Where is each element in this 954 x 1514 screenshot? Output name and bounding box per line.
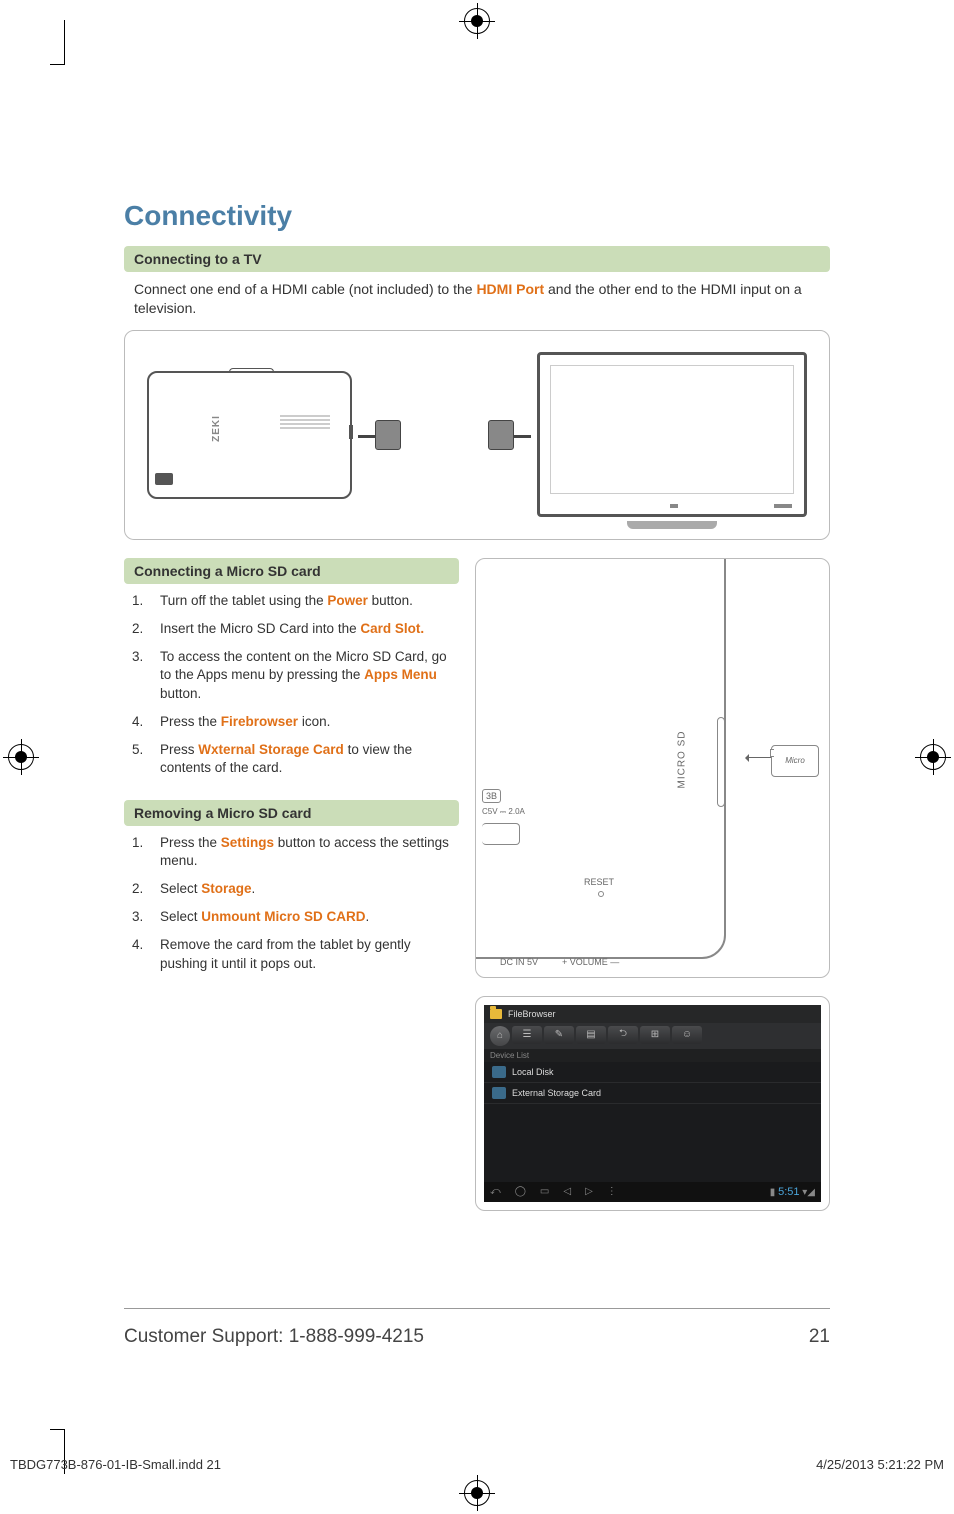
crop-mark-tl [50, 20, 65, 65]
folder-icon [490, 1009, 502, 1019]
tablet-illustration: ZEKI [147, 371, 352, 499]
nav-home-icon: ◯ [515, 1186, 526, 1197]
date-slug: 4/25/2013 5:21:22 PM [816, 1457, 944, 1472]
volume-label: VOLUME — [562, 957, 619, 967]
print-slug: TBDG773B-876-01-IB-Small.indd 21 4/25/20… [10, 1457, 944, 1472]
battery-icon: ▮ [770, 1187, 776, 1198]
list-item: 1.Turn off the tablet using the Power bu… [132, 592, 451, 610]
micro-sd-label: MICRO SD [677, 730, 688, 788]
nav-recent-icon: ▭ [540, 1186, 549, 1197]
tablet-brand: ZEKI [211, 415, 222, 442]
sd-slot-diagram: MICRO SD Micro 3B C5V ⎓ 2.0A RESET DC IN… [475, 558, 830, 978]
registration-mark-bottom [464, 1480, 490, 1506]
intro-highlight: HDMI Port [476, 281, 544, 297]
list-item: 5.Press Wxternal Storage Card to view th… [132, 741, 451, 777]
drive-icon [492, 1087, 506, 1099]
registration-mark-top [464, 8, 490, 34]
section-removing-sd: Removing a Micro SD card [124, 800, 459, 826]
list-item: 1.Press the Settings button to access th… [132, 834, 451, 870]
section-connecting-sd: Connecting a Micro SD card [124, 558, 459, 584]
hdmi-plug-icon [375, 420, 401, 450]
page-footer: Customer Support: 1-888-999-4215 21 [124, 1326, 830, 1348]
usb-sublabel: C5V ⎓ 2.0A [482, 807, 525, 817]
nav-vol-down-icon: ◁ [563, 1186, 571, 1197]
customer-support: Customer Support: 1-888-999-4215 [124, 1326, 424, 1348]
intro-text: Connect one end of a HDMI cable (not inc… [124, 280, 830, 330]
list-icon: ☰ [512, 1026, 542, 1044]
intro-pre: Connect one end of a HDMI cable (not inc… [134, 281, 476, 297]
sd-card-icon: Micro [771, 745, 819, 777]
help-icon: ☺ [672, 1026, 702, 1044]
page-number: 21 [809, 1326, 830, 1348]
edit-icon: ✎ [544, 1026, 574, 1044]
back-icon: ⮌ [608, 1026, 638, 1044]
tv-illustration [537, 352, 807, 517]
list-item: Local Disk [484, 1062, 821, 1083]
footer-rule [124, 1308, 830, 1309]
hdmi-diagram: ZEKI [124, 330, 830, 540]
registration-mark-right [920, 744, 946, 770]
connecting-sd-steps: 1.Turn off the tablet using the Power bu… [124, 592, 459, 800]
list-item: 3.To access the content on the Micro SD … [132, 648, 451, 703]
list-item: 4.Press the Firebrowser icon. [132, 713, 451, 731]
list-item: 2.Insert the Micro SD Card into the Card… [132, 620, 451, 638]
usb-label: 3B [482, 789, 501, 803]
list-item: 3.Select Unmount Micro SD CARD. [132, 908, 451, 926]
hdmi-plug-icon [488, 420, 514, 450]
list-item: 4.Remove the card from the tablet by gen… [132, 936, 451, 972]
paste-icon: ▤ [576, 1026, 606, 1044]
reset-label: RESET [584, 877, 614, 887]
dc-label: DC IN 5V [500, 957, 538, 967]
section-connecting-tv: Connecting to a TV [124, 246, 830, 272]
wifi-icon: ▾◢ [802, 1187, 815, 1198]
grid-icon: ⊞ [640, 1026, 670, 1044]
drive-icon [492, 1066, 506, 1078]
home-icon: ⌂ [490, 1026, 510, 1046]
page-content: Connectivity Connecting to a TV Connect … [124, 200, 830, 1211]
clock: 5:51 [778, 1186, 799, 1198]
nav-back-icon: ⤺ [490, 1186, 501, 1197]
nav-vol-up-icon: ▷ [585, 1186, 593, 1197]
nav-menu-icon: ⋮ [607, 1186, 617, 1197]
app-title: FileBrowser [508, 1009, 556, 1019]
file-slug: TBDG773B-876-01-IB-Small.indd 21 [10, 1457, 221, 1472]
section-label: Device List [484, 1049, 821, 1062]
registration-mark-left [8, 744, 34, 770]
page-title: Connectivity [124, 200, 830, 232]
removing-sd-steps: 1.Press the Settings button to access th… [124, 834, 459, 995]
filebrowser-screenshot: FileBrowser ⌂ ☰ ✎ ▤ ⮌ ⊞ ☺ Device List Lo… [475, 996, 830, 1211]
list-item: 2.Select Storage. [132, 880, 451, 898]
list-item: External Storage Card [484, 1083, 821, 1104]
